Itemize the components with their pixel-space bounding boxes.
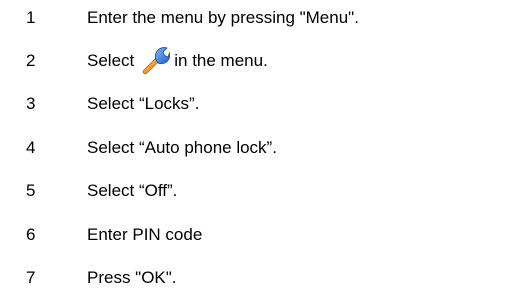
step-number: 3 [26,94,36,113]
step-3: 3 Select “Locks”. [0,89,515,119]
step-number: 7 [26,268,36,287]
step-text: Select “Off”. [87,181,178,200]
step-text: Select “Locks”. [87,94,200,113]
wrench-icon [140,46,171,74]
step-5: 5 Select “Off”. [0,176,515,206]
step-6: 6 Enter PIN code [0,220,515,250]
step-text: Select “Auto phone lock”. [87,138,277,157]
step-number: 6 [26,225,36,244]
step-number: 5 [26,181,36,200]
step-1: 1 Enter the menu by pressing "Menu". [0,3,515,33]
step-text-after-icon: in the menu. [174,51,268,70]
step-text: Press "OK". [87,268,177,287]
step-number: 4 [26,138,36,157]
step-number: 1 [26,8,36,27]
step-text: Enter PIN code [87,225,203,244]
step-text: Select in the menu. [87,46,268,76]
step-text-before-icon: Select [87,51,135,70]
step-4: 4 Select “Auto phone lock”. [0,133,515,163]
step-number: 2 [26,51,36,70]
step-2: 2 Select in the menu. [0,46,515,76]
step-text: Enter the menu by pressing "Menu". [87,8,359,27]
step-7: 7 Press "OK". [0,263,515,293]
